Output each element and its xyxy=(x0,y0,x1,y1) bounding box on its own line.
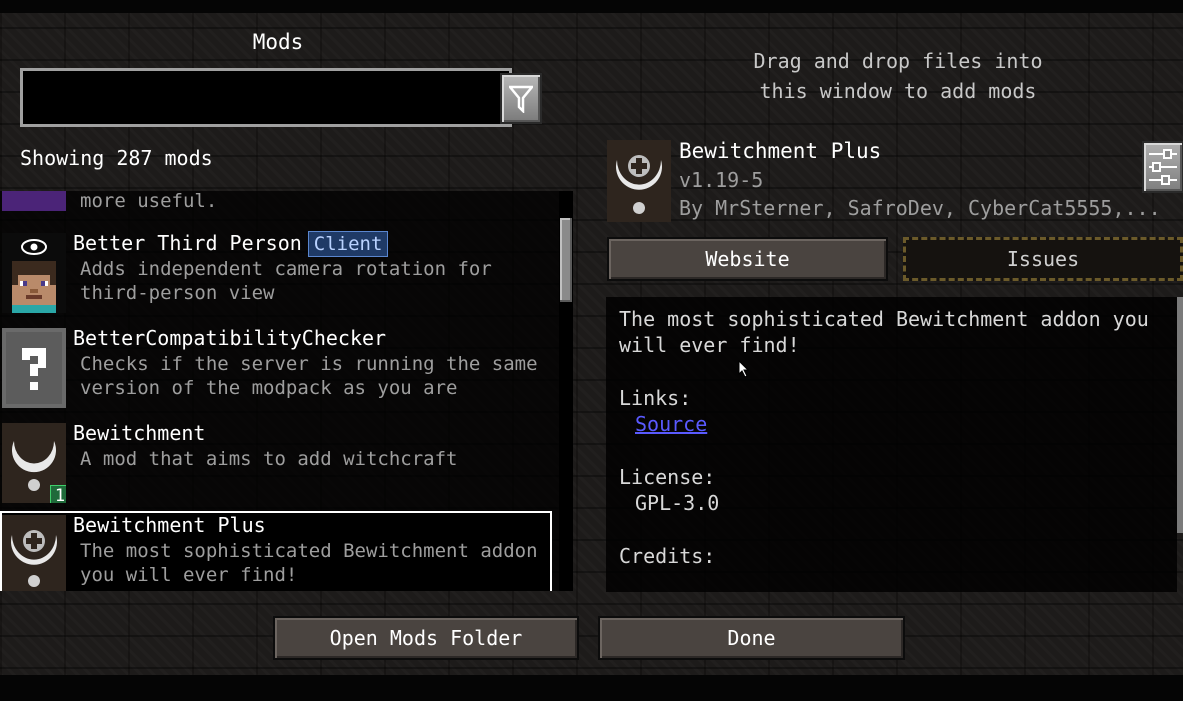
question-mark-icon xyxy=(2,328,66,408)
mod-icon xyxy=(2,233,66,313)
list-item[interactable]: more useful. xyxy=(0,191,556,223)
mod-name: Bewitchment xyxy=(73,421,206,445)
selected-mod-icon xyxy=(607,140,671,222)
drag-drop-hint: Drag and drop files into this window to … xyxy=(753,49,1043,103)
mod-badge: 1 xyxy=(50,485,66,503)
mod-icon xyxy=(2,191,66,211)
mod-icon: 1 xyxy=(2,423,66,503)
mod-description: A mod that aims to add witchcraft xyxy=(80,448,458,470)
done-button[interactable]: Done xyxy=(598,616,905,660)
bottom-border-bar xyxy=(0,675,1183,701)
mod-description: Adds independent camera rotation for thi… xyxy=(80,258,492,304)
mod-list-scroll-thumb[interactable] xyxy=(560,218,572,302)
list-item[interactable]: 1 Bewitchment A mod that aims to add wit… xyxy=(0,421,556,513)
mouse-cursor-icon xyxy=(738,360,750,378)
mod-description: Checks if the server is running the same… xyxy=(80,353,538,399)
sliders-config-icon xyxy=(1149,149,1177,185)
list-item[interactable]: BetterCompatibilityChecker Checks if the… xyxy=(0,326,556,418)
description-scrollbar[interactable] xyxy=(1177,297,1183,533)
selected-mod-authors: By MrSterner, SafroDev, CyberCat5555,... xyxy=(679,196,1161,220)
mod-list[interactable]: more useful. Better Third PersonClient xyxy=(0,191,573,591)
top-border-bar xyxy=(0,0,1183,13)
selected-mod-version: v1.19-5 xyxy=(679,168,764,192)
search-input[interactable] xyxy=(20,68,512,127)
purple-block-icon xyxy=(2,191,66,211)
mod-icon xyxy=(2,328,66,408)
website-button[interactable]: Website xyxy=(607,237,888,281)
source-link[interactable]: Source xyxy=(635,411,707,437)
description-text: The most sophisticated Bewitchment addon… xyxy=(619,307,1149,357)
filter-button[interactable] xyxy=(500,73,542,124)
mod-description: The most sophisticated Bewitchment addon… xyxy=(80,540,538,586)
selected-mod-name: Bewitchment Plus xyxy=(679,139,882,163)
config-button[interactable] xyxy=(1142,141,1183,193)
crescent-cross-pendant-icon xyxy=(2,515,66,591)
credits-heading: Credits: xyxy=(619,544,716,568)
client-tag: Client xyxy=(307,231,389,257)
open-mods-folder-button[interactable]: Open Mods Folder xyxy=(273,616,579,660)
license-value: GPL-3.0 xyxy=(635,491,720,515)
page-title: Mods xyxy=(252,30,304,54)
mod-description-panel[interactable]: The most sophisticated Bewitchment addon… xyxy=(606,297,1177,592)
list-item-selected[interactable]: Bewitchment Plus The most sophisticated … xyxy=(0,511,552,591)
links-heading: Links: xyxy=(619,386,692,410)
mod-name: Better Third Person Client xyxy=(73,231,389,257)
filter-funnel-icon xyxy=(509,85,533,113)
mod-count-label: Showing 287 mods xyxy=(20,146,213,170)
list-item[interactable]: Better Third Person Client Adds independe… xyxy=(0,231,556,323)
crescent-cross-pendant-icon xyxy=(607,140,671,222)
license-heading: License: xyxy=(619,465,716,489)
mod-description: more useful. xyxy=(80,191,218,212)
mod-icon xyxy=(2,515,66,591)
steve-face-icon xyxy=(2,233,66,313)
issues-button[interactable]: Issues xyxy=(903,237,1183,281)
mod-name: BetterCompatibilityChecker xyxy=(73,326,387,350)
mod-name: Bewitchment Plus xyxy=(73,513,266,537)
